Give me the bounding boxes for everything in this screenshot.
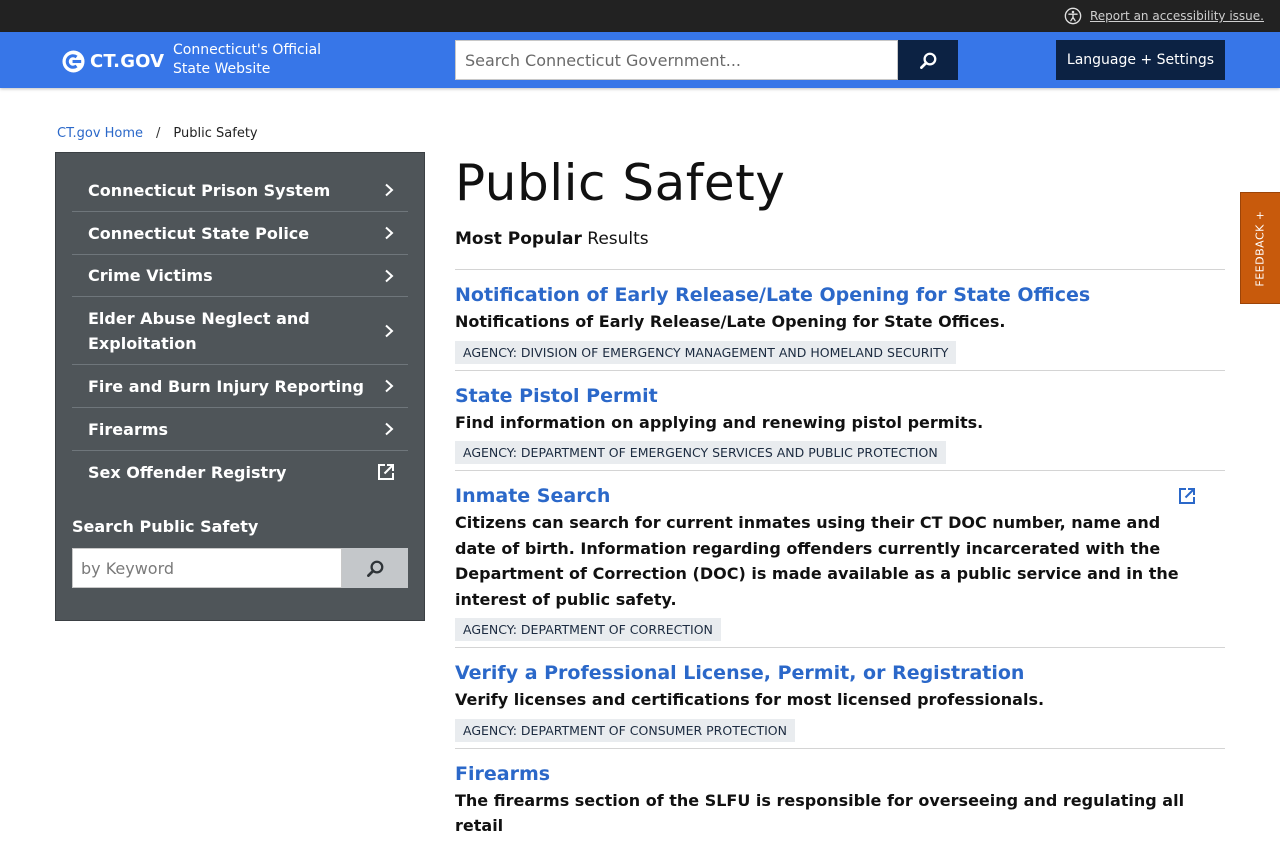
sidebar-item-label: Elder Abuse Neglect and Exploitation: [88, 308, 310, 353]
sidebar-item-fire-burn-reporting[interactable]: Fire and Burn Injury Reporting: [72, 365, 408, 408]
result-description: Notifications of Early Release/Late Open…: [455, 312, 1006, 331]
sidebar-item-sex-offender-registry[interactable]: Sex Offender Registry: [72, 451, 408, 493]
chevron-right-icon: [385, 324, 394, 337]
sidebar-item-label: Crime Victims: [88, 266, 213, 285]
site-search-input[interactable]: [455, 40, 898, 80]
sidebar-item-label: Firearms: [88, 419, 169, 439]
chevron-right-icon: [385, 183, 394, 197]
sidebar-item-label: Fire and Burn Injury Reporting: [88, 376, 364, 396]
most-popular-heading: Most Popular Results: [455, 229, 649, 249]
result-description: The firearms section of the SLFU is resp…: [455, 790, 1185, 836]
breadcrumb-current: Public Safety: [173, 125, 258, 141]
chevron-right-icon: [385, 269, 394, 282]
feedback-tab[interactable]: FEEDBACK +: [1240, 192, 1280, 304]
result-item: Inmate Search Citizens can search for cu…: [455, 470, 1225, 647]
site-search: [455, 40, 958, 80]
sidebar-nav: Connecticut Prison System Connecticut St…: [72, 169, 408, 493]
sidebar-item-label: Connecticut State Police: [88, 223, 310, 243]
sidebar-item-label: Sex Offender Registry: [88, 462, 287, 482]
result-item: State Pistol Permit Find information on …: [455, 369, 1225, 471]
results-list: Notification of Early Release/Late Openi…: [455, 269, 1225, 845]
feedback-label: FEEDBACK +: [1254, 209, 1267, 287]
agency-tag: AGENCY: DEPARTMENT OF CORRECTION: [455, 618, 721, 641]
language-settings-button[interactable]: Language + Settings: [1056, 40, 1225, 80]
sidebar-search-label: Search Public Safety: [72, 517, 259, 536]
result-description: Citizens can search for current inmates …: [455, 513, 1179, 609]
result-item: Verify a Professional License, Permit, o…: [455, 647, 1225, 748]
sidebar-search: [72, 548, 408, 588]
sidebar: Connecticut Prison System Connecticut St…: [55, 152, 425, 621]
result-title-link[interactable]: Inmate Search: [455, 483, 1225, 509]
logo-text: CT.GOV: [90, 50, 165, 72]
sidebar-item-firearms[interactable]: Firearms: [72, 408, 408, 451]
chevron-right-icon: [385, 422, 394, 436]
most-popular-rest: Results: [587, 229, 649, 249]
page-title: Public Safety: [455, 154, 786, 212]
chevron-right-icon: [385, 379, 394, 393]
breadcrumb-separator: /: [156, 125, 161, 141]
sidebar-item-prison-system[interactable]: Connecticut Prison System: [72, 169, 408, 212]
agency-tag: AGENCY: DEPARTMENT OF CONSUMER PROTECTIO…: [455, 718, 795, 742]
most-popular-bold: Most Popular: [455, 229, 582, 249]
external-link-icon: [378, 464, 394, 480]
search-icon: [366, 560, 383, 577]
sidebar-search-input[interactable]: [72, 548, 342, 588]
breadcrumb: CT.gov Home / Public Safety: [57, 124, 258, 142]
result-title-link[interactable]: Firearms: [455, 761, 1225, 787]
site-header: CT.GOV Connecticut's Official State Webs…: [0, 32, 1280, 88]
search-icon: [919, 52, 936, 69]
sidebar-item-elder-abuse[interactable]: Elder Abuse Neglect and Exploitation: [72, 297, 408, 365]
accessibility-icon: [1064, 7, 1082, 25]
agency-tag: AGENCY: DIVISION OF EMERGENCY MANAGEMENT…: [455, 340, 957, 364]
sidebar-search-button[interactable]: [342, 548, 408, 588]
accessibility-report-link[interactable]: Report an accessibility issue.: [1090, 9, 1264, 23]
ct-gov-logo[interactable]: CT.GOV: [62, 49, 164, 73]
result-item: Notification of Early Release/Late Openi…: [455, 269, 1225, 370]
result-title-link[interactable]: State Pistol Permit: [455, 383, 1225, 409]
breadcrumb-home[interactable]: CT.gov Home: [57, 126, 143, 141]
result-item: Firearms The firearms section of the SLF…: [455, 747, 1225, 845]
sidebar-item-crime-victims[interactable]: Crime Victims: [72, 255, 408, 297]
result-description: Find information on applying and renewin…: [455, 412, 984, 432]
external-link-icon[interactable]: [1177, 486, 1197, 506]
accessibility-report[interactable]: Report an accessibility issue.: [1064, 4, 1264, 28]
sidebar-item-state-police[interactable]: Connecticut State Police: [72, 212, 408, 255]
result-description: Verify licenses and certifications for m…: [455, 690, 1045, 709]
result-title-link[interactable]: Notification of Early Release/Late Openi…: [455, 282, 1225, 308]
site-tagline: Connecticut's Official State Website: [173, 42, 322, 77]
result-title-link[interactable]: Verify a Professional License, Permit, o…: [455, 660, 1225, 686]
agency-tag: AGENCY: DEPARTMENT OF EMERGENCY SERVICES…: [455, 441, 946, 464]
sidebar-item-label: Connecticut Prison System: [88, 180, 331, 200]
utility-bar: Report an accessibility issue.: [0, 0, 1280, 32]
ct-logo-icon: [62, 49, 85, 73]
chevron-right-icon: [385, 226, 394, 240]
site-search-button[interactable]: [898, 40, 958, 80]
